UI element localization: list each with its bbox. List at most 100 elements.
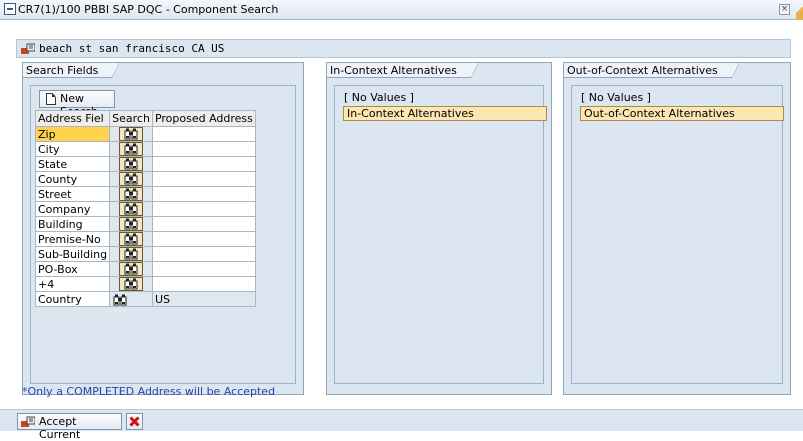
- cancel-button[interactable]: [126, 413, 143, 430]
- out-context-item[interactable]: Out-of-Context Alternatives: [580, 106, 784, 121]
- address-field-name[interactable]: +4: [34, 276, 111, 292]
- binoculars-icon: [124, 143, 138, 155]
- proposed-address-cell[interactable]: [151, 201, 256, 217]
- proposed-address-cell[interactable]: [151, 246, 256, 262]
- search-cell: [109, 216, 153, 232]
- search-button[interactable]: [119, 277, 144, 291]
- search-cell: [109, 276, 153, 292]
- table-header-row: Address Fiel Search Proposed Address: [34, 110, 256, 127]
- search-button[interactable]: [119, 232, 144, 246]
- table-row: Country US: [34, 291, 256, 307]
- address-field-name[interactable]: Country: [34, 291, 111, 307]
- in-context-frame: [ No Values ] In-Context Alternatives: [334, 85, 547, 384]
- search-button[interactable]: [119, 172, 144, 186]
- address-field-name[interactable]: County: [34, 171, 111, 187]
- address-text: beach st san francisco CA US: [39, 42, 225, 55]
- proposed-address-cell[interactable]: [151, 231, 256, 247]
- out-context-no-values: [ No Values ]: [581, 91, 651, 104]
- tab-out-context[interactable]: Out-of-Context Alternatives: [563, 62, 740, 78]
- column-search[interactable]: Search: [109, 110, 153, 127]
- search-cell: [109, 186, 153, 202]
- column-address-field[interactable]: Address Fiel: [34, 110, 111, 127]
- table-row: County: [34, 171, 256, 187]
- search-button[interactable]: [119, 247, 144, 261]
- table-row: City: [34, 141, 256, 157]
- search-cell: [109, 156, 153, 172]
- in-context-no-values: [ No Values ]: [344, 91, 414, 104]
- binoculars-icon: [124, 248, 138, 260]
- accept-current-button[interactable]: Accept Current: [17, 413, 122, 441]
- search-cell: [109, 246, 153, 262]
- proposed-address-cell[interactable]: [151, 156, 256, 172]
- search-cell: [109, 141, 153, 157]
- proposed-address-cell[interactable]: [151, 216, 256, 232]
- address-field-name[interactable]: Company: [34, 201, 111, 217]
- search-button[interactable]: [119, 187, 144, 201]
- search-cell: [109, 291, 153, 307]
- binoculars-icon: [124, 188, 138, 200]
- table-row: Building: [34, 216, 256, 232]
- in-context-panel: In-Context Alternatives [ No Values ] In…: [326, 62, 552, 395]
- search-cell: [109, 231, 153, 247]
- search-cell: [109, 201, 153, 217]
- address-field-name[interactable]: Premise-No: [34, 231, 111, 247]
- window-title: CR7(1)/100 PBBI SAP DQC - Component Sear…: [18, 3, 279, 16]
- address-field-name[interactable]: State: [34, 156, 111, 172]
- address-line: beach st san francisco CA US: [16, 39, 791, 58]
- window-title-bar: CR7(1)/100 PBBI SAP DQC - Component Sear…: [0, 0, 803, 20]
- proposed-address-cell[interactable]: [151, 261, 256, 277]
- search-fields-frame: New Search Address Fiel Search Proposed …: [30, 85, 296, 384]
- proposed-address-cell[interactable]: [151, 186, 256, 202]
- table-row: Company: [34, 201, 256, 217]
- new-search-button[interactable]: New Search: [39, 90, 115, 118]
- proposed-address-cell[interactable]: [151, 276, 256, 292]
- table-row: PO-Box: [34, 261, 256, 277]
- tab-in-context[interactable]: In-Context Alternatives: [326, 62, 479, 78]
- search-cell: [109, 171, 153, 187]
- address-field-name[interactable]: Sub-Building: [34, 246, 111, 262]
- address-field-name[interactable]: Zip: [34, 126, 111, 142]
- proposed-address-cell[interactable]: US: [151, 291, 256, 307]
- table-row: State: [34, 156, 256, 172]
- table-row: Premise-No: [34, 231, 256, 247]
- proposed-address-cell[interactable]: [151, 171, 256, 187]
- out-context-frame: [ No Values ] Out-of-Context Alternative…: [571, 85, 784, 384]
- table-row: Zip: [34, 126, 256, 142]
- close-window-button[interactable]: ×: [779, 4, 790, 15]
- bottom-toolbar: Accept Current: [0, 409, 803, 441]
- cancel-x-icon: [129, 416, 140, 427]
- search-button[interactable]: [119, 262, 144, 276]
- country-search-icon[interactable]: [113, 294, 127, 306]
- completed-address-note: *Only a COMPLETED Address will be Accept…: [22, 385, 276, 398]
- address-field-name[interactable]: Building: [34, 216, 111, 232]
- table-row: Sub-Building: [34, 246, 256, 262]
- binoculars-icon: [124, 233, 138, 245]
- column-proposed-address[interactable]: Proposed Address: [151, 110, 256, 127]
- binoculars-icon: [113, 294, 127, 305]
- address-field-name[interactable]: Street: [34, 186, 111, 202]
- search-button[interactable]: [119, 217, 144, 231]
- proposed-address-cell[interactable]: [151, 126, 256, 142]
- table-row: Street: [34, 186, 256, 202]
- in-context-item[interactable]: In-Context Alternatives: [343, 106, 547, 121]
- binoculars-icon: [124, 173, 138, 185]
- search-button[interactable]: [119, 142, 144, 156]
- binoculars-icon: [124, 278, 138, 290]
- title-corner-decoration: [796, 0, 803, 20]
- search-button[interactable]: [119, 127, 144, 141]
- search-button[interactable]: [119, 157, 144, 171]
- search-button[interactable]: [119, 202, 144, 216]
- search-cell: [109, 126, 153, 142]
- search-fields-panel: Search Fields New Search Address Fiel Se…: [22, 62, 304, 395]
- table-row: +4: [34, 276, 256, 292]
- address-field-name[interactable]: City: [34, 141, 111, 157]
- proposed-address-cell[interactable]: [151, 141, 256, 157]
- binoculars-icon: [124, 263, 138, 275]
- main-area: beach st san francisco CA US Search Fiel…: [0, 21, 803, 409]
- binoculars-icon: [124, 203, 138, 215]
- tab-search-fields[interactable]: Search Fields: [22, 62, 121, 78]
- binoculars-icon: [124, 158, 138, 170]
- address-field-name[interactable]: PO-Box: [34, 261, 111, 277]
- window-icon: [4, 3, 16, 15]
- new-document-icon: [46, 93, 56, 105]
